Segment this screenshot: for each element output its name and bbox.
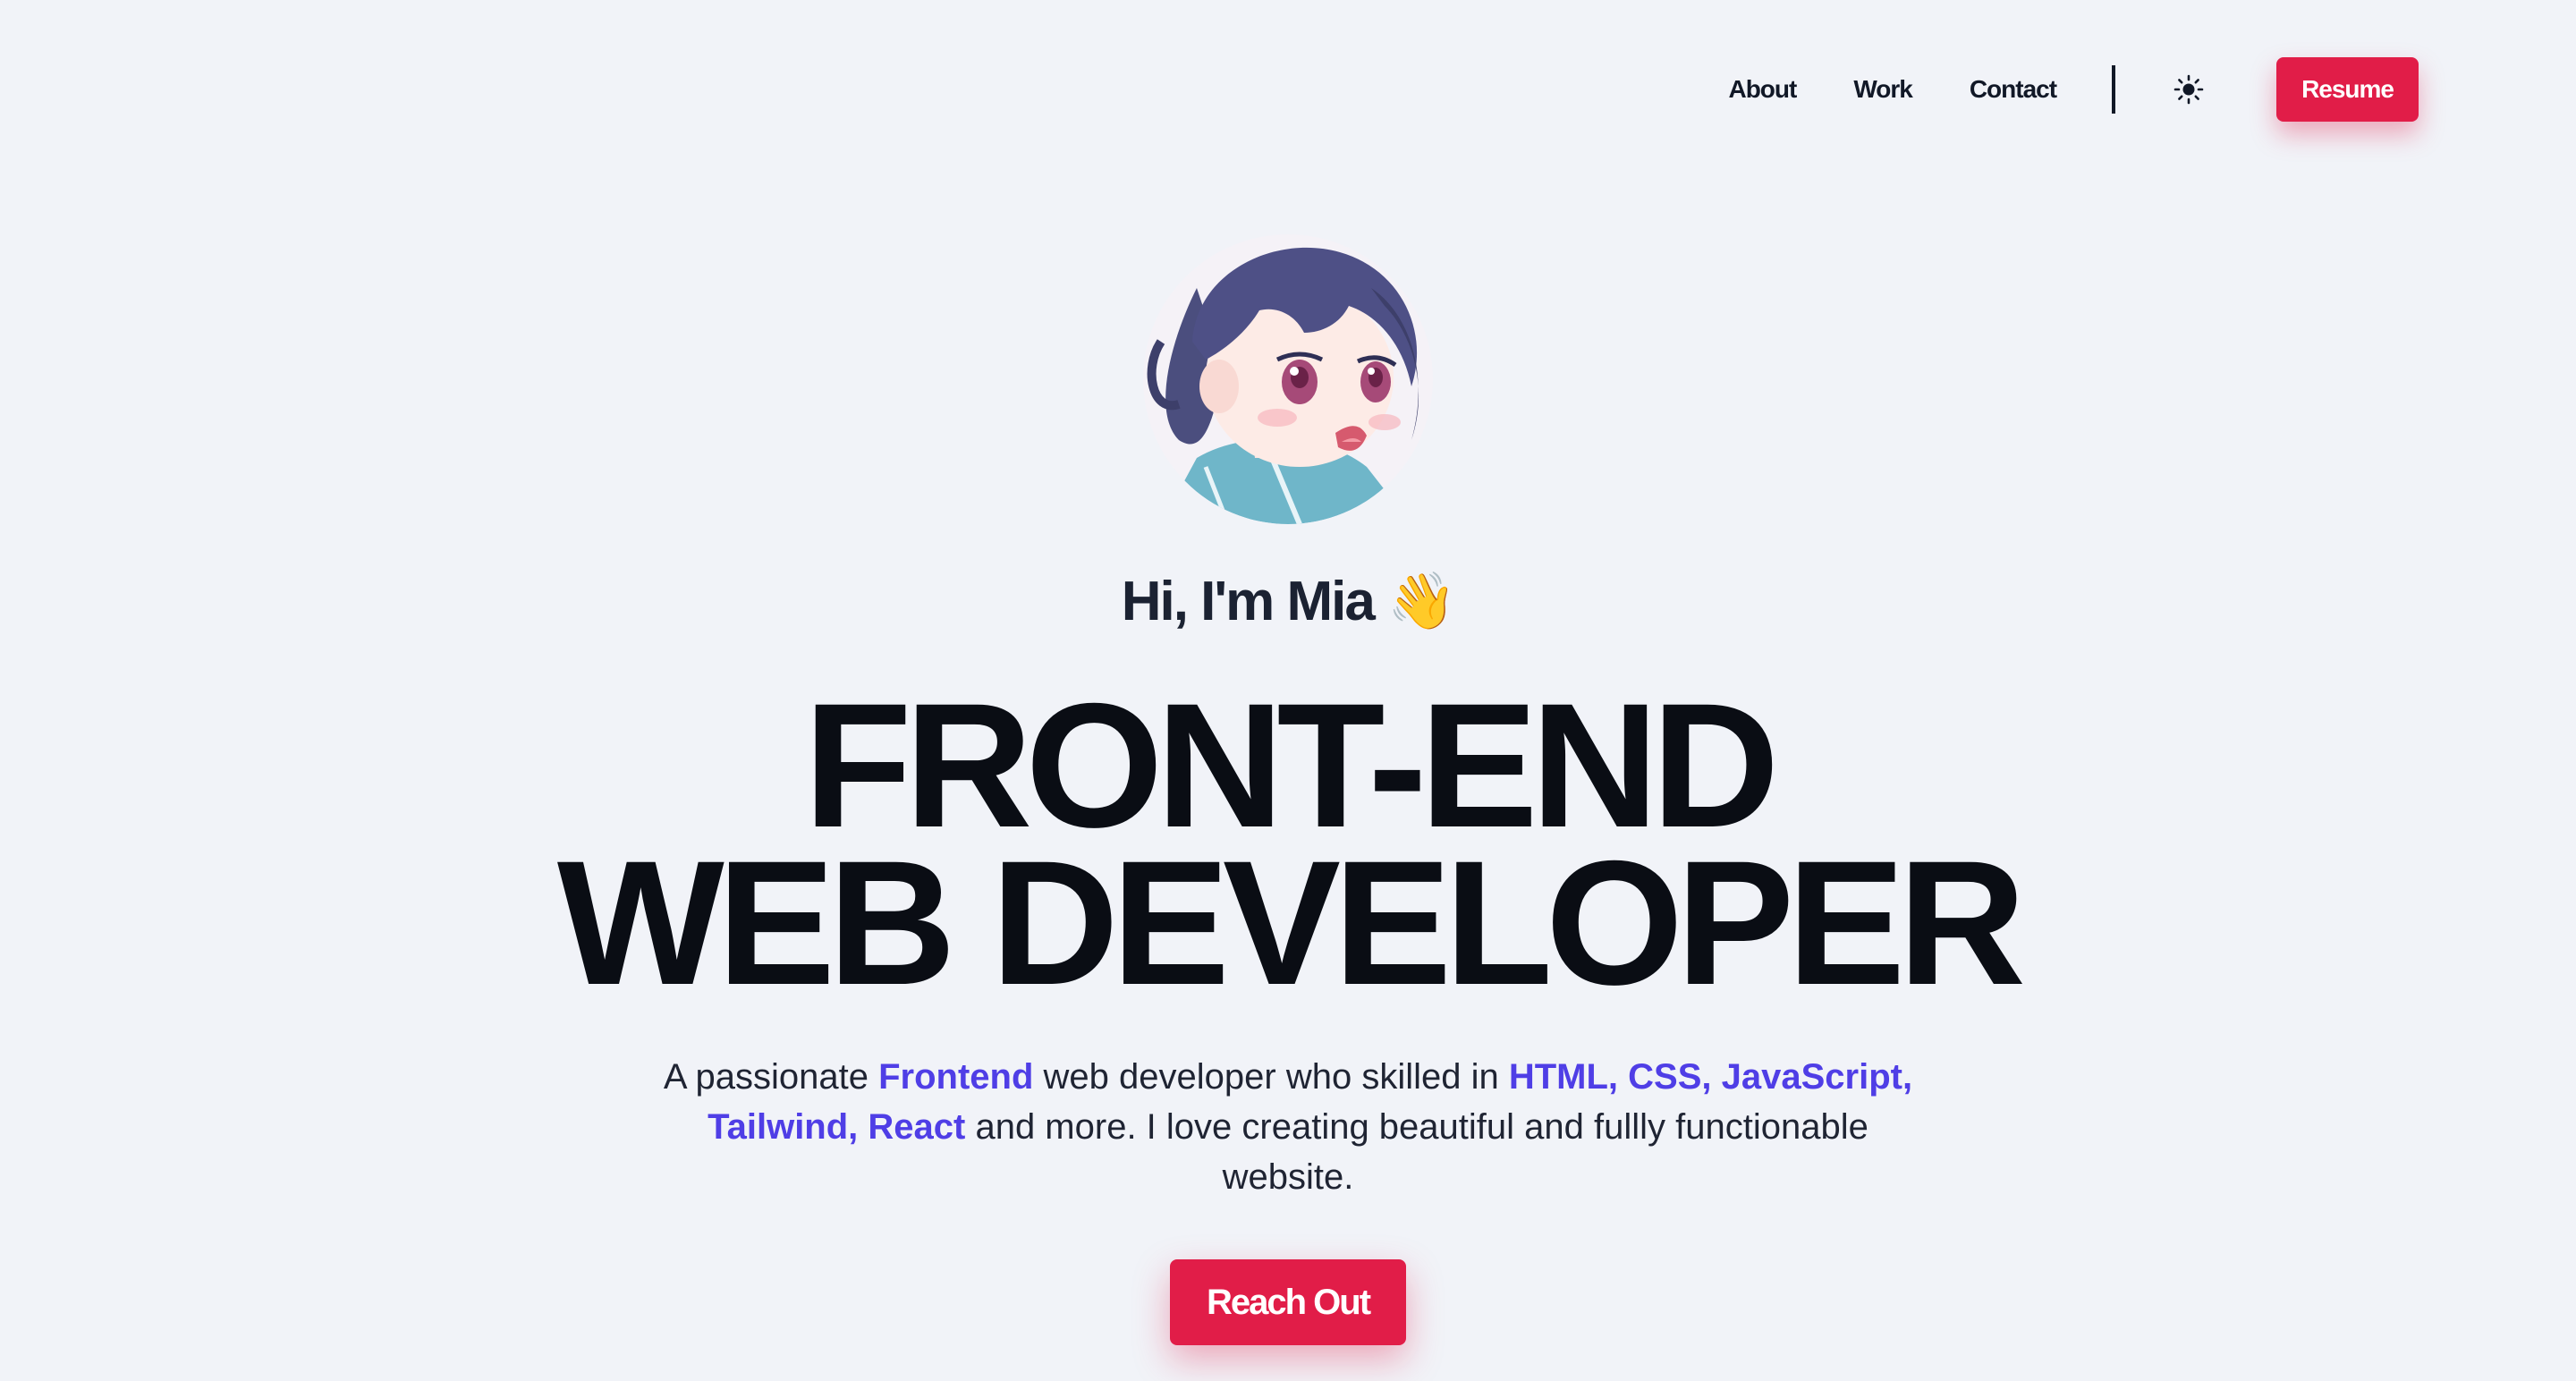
sun-icon: [2174, 74, 2204, 105]
avatar-illustration: [1143, 234, 1433, 524]
page: About Work Contact Resume Hi, I'm Mia 👋 …: [0, 0, 2576, 1381]
nav-link-work[interactable]: Work: [1853, 75, 1912, 104]
greeting: Hi, I'm Mia 👋: [1121, 571, 1457, 632]
intro-text-3: and more. I love creating beautiful and …: [965, 1107, 1868, 1197]
theme-toggle-button[interactable]: [2171, 72, 2207, 107]
resume-button[interactable]: Resume: [2276, 57, 2419, 122]
nav-divider: [2112, 65, 2116, 114]
reach-out-button[interactable]: Reach Out: [1170, 1259, 1406, 1345]
nav-link-about[interactable]: About: [1728, 75, 1797, 104]
headline: FRONT-END WEB DEVELOPER: [0, 666, 2576, 1021]
intro-paragraph: A passionate Frontend web developer who …: [662, 1052, 1914, 1202]
intro-text-2: web developer who skilled in: [1033, 1057, 1509, 1097]
intro-text-1: A passionate: [663, 1057, 879, 1097]
top-nav: About Work Contact Resume: [1728, 57, 2419, 122]
headline-line-2: WEB DEVELOPER: [556, 824, 2026, 1021]
intro-highlight-frontend: Frontend: [878, 1057, 1034, 1097]
avatar: [1143, 234, 1433, 524]
headline-line-1: FRONT-END: [803, 666, 1780, 864]
nav-link-contact[interactable]: Contact: [1970, 75, 2057, 104]
